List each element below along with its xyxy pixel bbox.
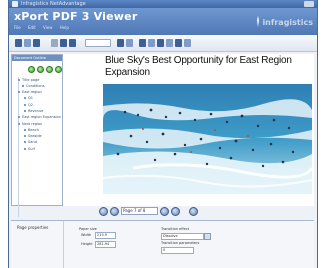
node-icon [18, 91, 20, 94]
width-label: Width [81, 233, 92, 237]
tree-item-label: Next region [22, 121, 43, 126]
tree-item[interactable]: East region [16, 90, 62, 95]
outline-panel: Document Outline Title page Conditions E… [11, 54, 63, 217]
zoom-button[interactable] [189, 206, 198, 216]
node-icon [24, 135, 26, 138]
page-properties-panel: Page properties Paper size Width 215.9 H… [11, 220, 314, 268]
transition-params-label: Transition parameters [161, 241, 200, 245]
height-label: Height [81, 242, 93, 246]
node-icon [18, 116, 20, 119]
toolbar [9, 35, 317, 52]
tree-item[interactable]: Q1 [16, 96, 62, 101]
nav-first-icon[interactable] [28, 66, 35, 73]
tree-item-label: Q1 [28, 96, 33, 101]
transition-dropdown-icon[interactable] [204, 233, 211, 240]
beach-photo [103, 84, 312, 194]
transition-select[interactable]: Dissolve [161, 233, 204, 240]
next-page-button[interactable] [160, 206, 169, 216]
tree-item-label: Q2 [28, 102, 33, 107]
transition-label: Transition effect [161, 227, 190, 231]
tree-item[interactable]: Surf [16, 146, 62, 151]
window-controls[interactable] [304, 1, 314, 7]
node-icon [22, 84, 24, 87]
outline-nav [28, 66, 62, 73]
node-icon [24, 109, 26, 112]
tree-item[interactable]: Revenue [16, 108, 62, 113]
open-icon[interactable] [15, 39, 22, 47]
node-icon [18, 122, 20, 125]
beach-photo-graphic [103, 84, 312, 194]
node-icon [24, 147, 26, 150]
outline-tree: Title page Conditions East region Q1 Q2 … [16, 77, 62, 153]
tree-item-label: East region [22, 90, 42, 95]
page-navigator: Page 7 of 8 [99, 206, 198, 216]
tree-item-label: Revenue [28, 108, 44, 113]
width-field[interactable]: 215.9 [95, 232, 116, 239]
window-title: Infragistics NetAdvantage [21, 1, 86, 7]
tree-item-label: Sand [28, 140, 37, 145]
brand-name: infragistics [262, 17, 313, 27]
last-page-button[interactable] [171, 206, 180, 216]
menu-file[interactable]: File [14, 25, 21, 30]
brand-logo: infragistics [257, 15, 313, 29]
outline-header: Document Outline [12, 55, 62, 61]
node-icon [24, 103, 26, 106]
document-view: Blue Sky's Best Opportunity for East Reg… [63, 54, 314, 206]
app-icon [12, 1, 18, 7]
page-number-field[interactable]: Page 7 of 8 [121, 207, 158, 215]
nav-next-icon[interactable] [46, 66, 53, 73]
hand-icon[interactable] [184, 39, 191, 47]
tree-item[interactable]: Seaside [16, 134, 62, 139]
fit-width-icon[interactable] [148, 39, 155, 47]
app-name: xPort PDF 3 Viewer [14, 10, 138, 23]
tree-item-label: Title page [22, 77, 40, 82]
rotate-icon[interactable] [157, 39, 164, 47]
menu-bar: File Edit View Help [14, 25, 75, 30]
zoom-in-icon[interactable] [117, 39, 124, 47]
prev-page-button[interactable] [110, 206, 119, 216]
tree-item[interactable]: Sand [16, 140, 62, 145]
title-bar: Infragistics NetAdvantage [9, 0, 317, 8]
node-icon [24, 128, 26, 131]
tree-item[interactable]: East region Expansion [16, 115, 62, 120]
tree-item-label: Conditions [26, 83, 45, 88]
node-icon [18, 78, 20, 81]
tree-item-label: Seaside [28, 134, 42, 139]
tree-item[interactable]: Title page [16, 77, 62, 82]
node-icon [24, 141, 26, 144]
app-window: Infragistics NetAdvantage xPort PDF 3 Vi… [8, 0, 318, 268]
properties-divider [63, 221, 64, 268]
nav-prev-icon[interactable] [37, 66, 44, 73]
fit-page-icon[interactable] [139, 39, 146, 47]
logo-icon [257, 16, 260, 28]
next-page-icon[interactable] [69, 39, 76, 47]
prev-page-icon[interactable] [60, 39, 67, 47]
node-icon [24, 97, 26, 100]
zoom-out-icon[interactable] [126, 39, 133, 47]
save-icon[interactable] [24, 39, 31, 47]
tree-item-label: East region Expansion [22, 115, 61, 120]
nav-last-icon[interactable] [55, 66, 62, 73]
tree-item[interactable]: Beach [16, 127, 62, 132]
print-icon[interactable] [33, 39, 40, 47]
tree-item-label: Beach [28, 127, 39, 132]
paper-size-label: Paper size [79, 227, 97, 231]
transition-params-field[interactable]: 0 [161, 247, 194, 254]
tree-item-label: Surf [28, 146, 36, 151]
tree-item[interactable]: Next region [16, 121, 62, 126]
first-page-icon[interactable] [51, 39, 58, 47]
tree-item[interactable]: Q2 [16, 102, 62, 107]
tree-item[interactable]: Conditions [16, 83, 62, 88]
first-page-button[interactable] [99, 206, 108, 216]
menu-edit[interactable]: Edit [28, 25, 36, 30]
app-banner: xPort PDF 3 Viewer File Edit View Help i… [9, 8, 317, 35]
properties-title: Page properties [17, 225, 49, 230]
document-title: Blue Sky's Best Opportunity for East Reg… [105, 55, 292, 78]
find-icon[interactable] [166, 39, 173, 47]
page-input[interactable] [85, 39, 111, 47]
menu-view[interactable]: View [43, 25, 53, 30]
height-field[interactable]: 281.94 [95, 241, 116, 248]
select-icon[interactable] [175, 39, 182, 47]
menu-help[interactable]: Help [60, 25, 69, 30]
